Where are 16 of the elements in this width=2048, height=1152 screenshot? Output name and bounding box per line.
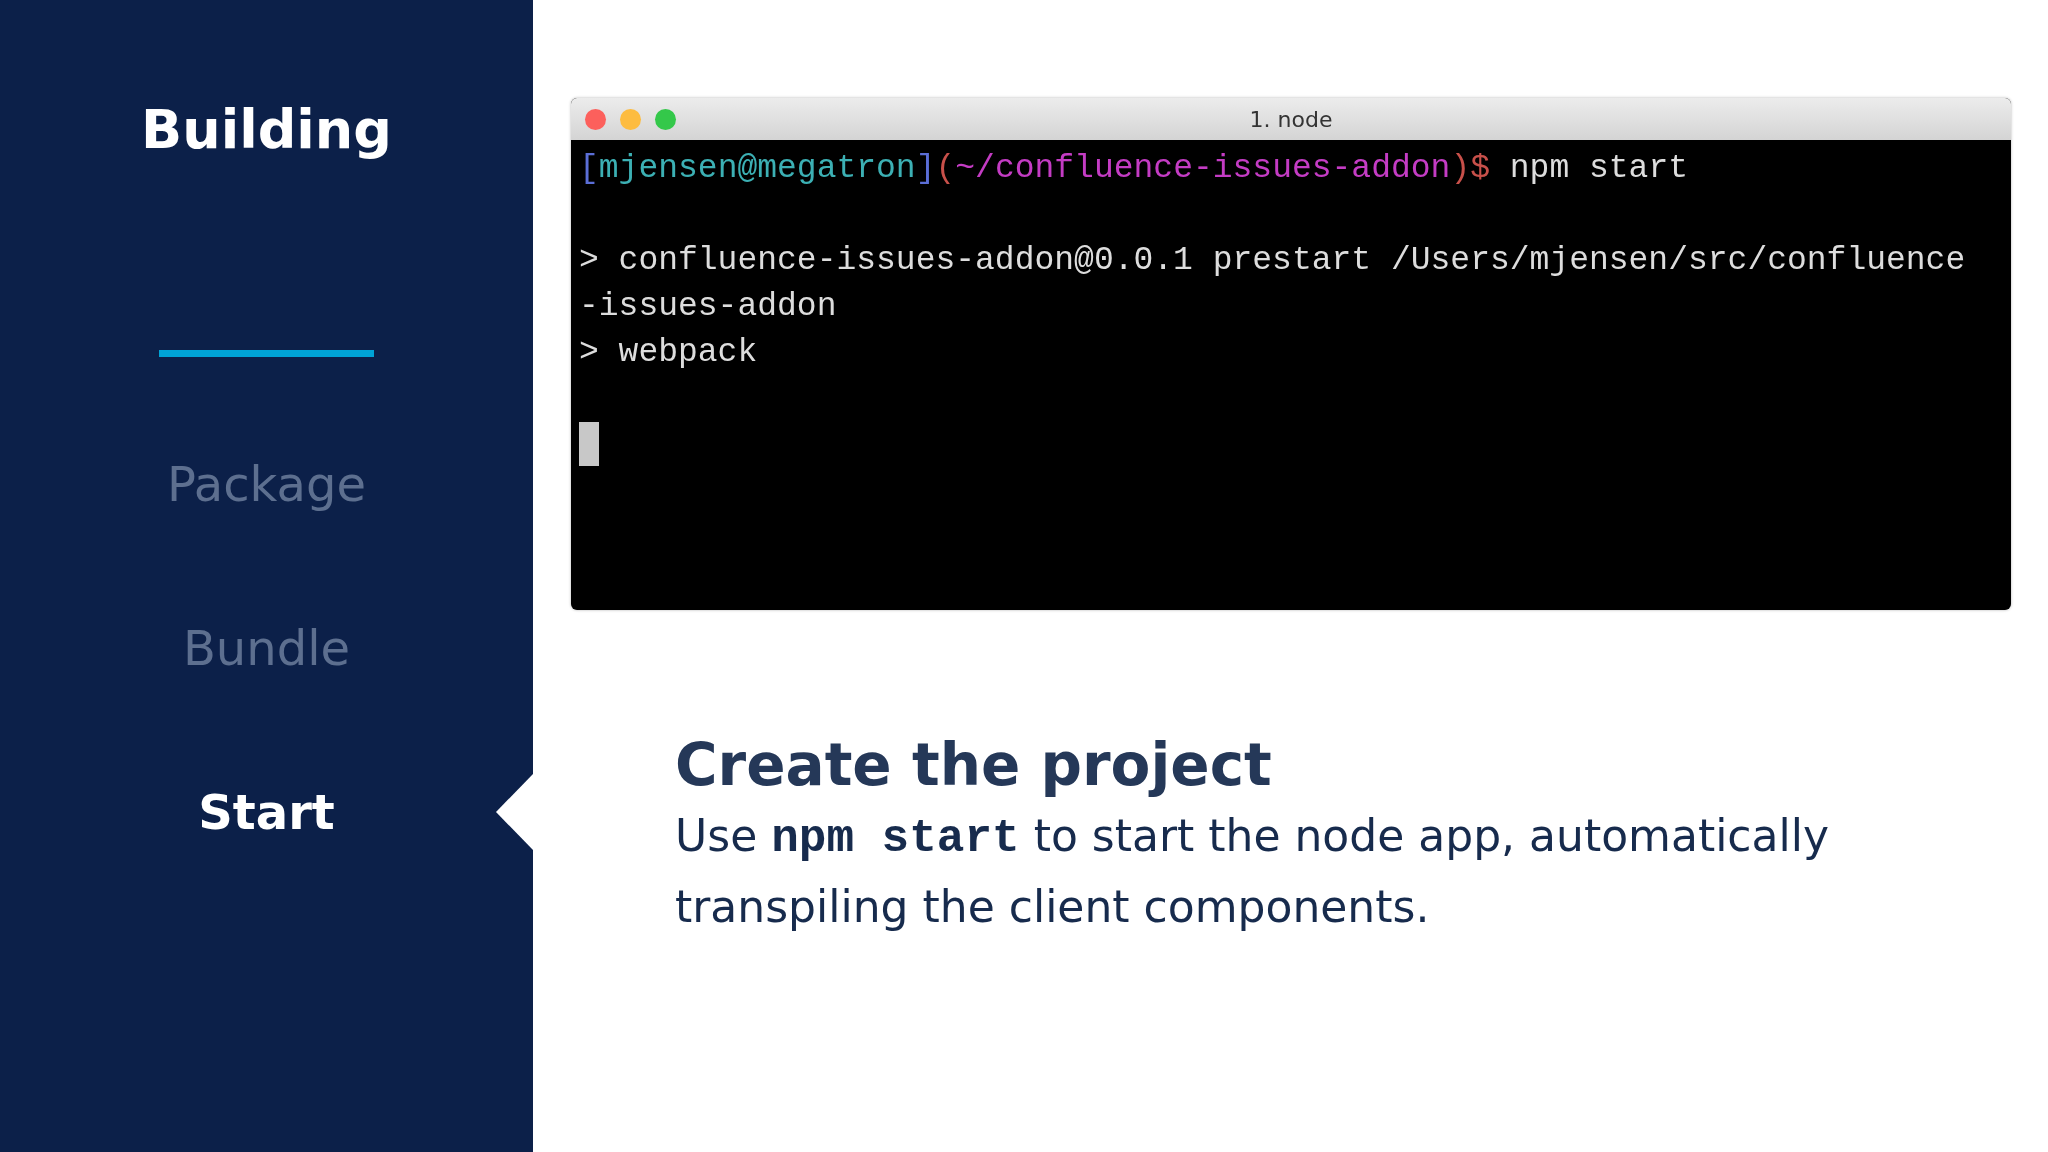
sidebar-title: Building: [141, 98, 392, 161]
output-line: > webpack: [579, 333, 758, 373]
caption-heading: Create the project: [675, 732, 1272, 798]
sidebar-item[interactable]: Bundle: [0, 621, 533, 675]
window-title: 1. node: [1249, 106, 1333, 132]
output-line: -issues-addon: [579, 287, 837, 327]
pointer-icon: [496, 774, 533, 850]
command-line: [mjensen@megatron](~/confluence-issues-addon)$ npm start: [579, 149, 1689, 189]
caption-text: Use npm start to start the node app, automatically transpiling the client components.: [675, 809, 1830, 934]
cursor-icon: [579, 422, 599, 466]
output-line: > confluence-issues-addon@0.0.1 prestart /Users/mjensen/src/confluence: [579, 241, 1966, 281]
close-button[interactable]: [585, 109, 606, 130]
sidebar-item[interactable]: Start: [0, 785, 533, 839]
zoom-button[interactable]: [655, 109, 676, 130]
minimize-button[interactable]: [620, 109, 641, 130]
sidebar-item[interactable]: Package: [0, 457, 533, 511]
